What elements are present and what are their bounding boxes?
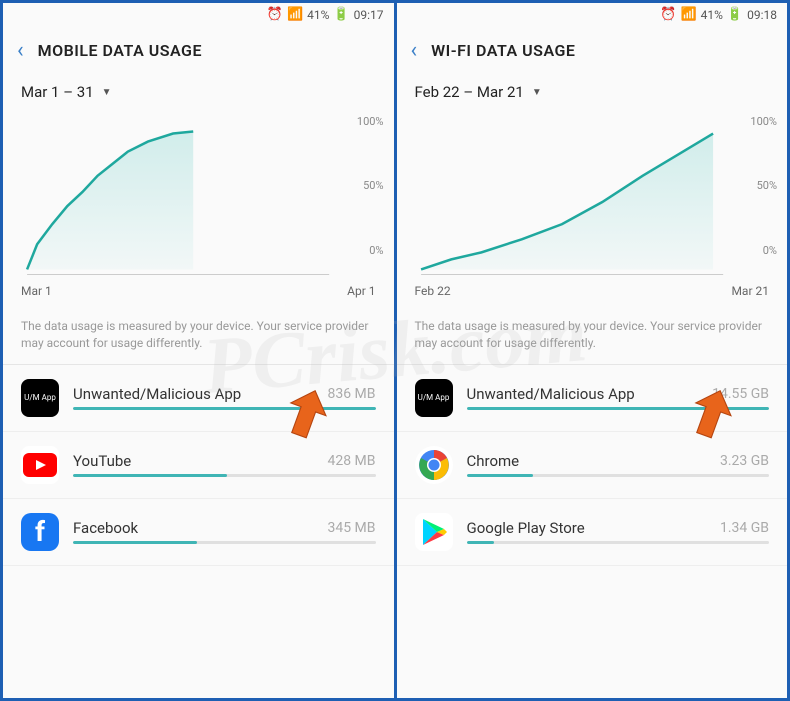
app-usage: 345 MB [327, 520, 375, 536]
app-row[interactable]: U/M App Unwanted/Malicious App 836 MB [3, 365, 394, 432]
clock-time: 09:18 [747, 8, 777, 22]
pointer-arrow-icon [279, 387, 334, 442]
app-name: Unwanted/Malicious App [467, 385, 635, 403]
usage-chart: 100% 50% 0% [3, 109, 394, 284]
app-name: YouTube [73, 452, 131, 470]
disclaimer-text: The data usage is measured by your devic… [3, 306, 394, 365]
back-icon[interactable]: ‹ [17, 38, 24, 63]
phone-screen-left: ⏰ 📶 41% 🔋 09:17 ‹ MOBILE DATA USAGE Mar … [3, 3, 394, 698]
app-row[interactable]: f Facebook 345 MB [3, 499, 394, 566]
battery-percent: 41% [307, 8, 329, 22]
chart-svg [411, 119, 774, 284]
signal-icon: 📶 [680, 7, 696, 22]
app-usage: 3.23 GB [720, 453, 769, 469]
app-name: Chrome [467, 452, 520, 470]
yaxis-50: 50% [757, 179, 777, 192]
app-row[interactable]: YouTube 428 MB [3, 432, 394, 499]
progress-bar [467, 541, 770, 544]
facebook-icon: f [21, 513, 59, 551]
app-name: Google Play Store [467, 519, 585, 537]
app-icon: U/M App [415, 379, 453, 417]
chevron-down-icon: ▼ [102, 87, 112, 98]
date-range-selector[interactable]: Feb 22 – Mar 21 ▼ [397, 75, 788, 109]
app-list: U/M App Unwanted/Malicious App 14.55 GB [397, 365, 788, 566]
yaxis-0: 0% [369, 244, 383, 257]
progress-bar [467, 474, 770, 477]
yaxis-50: 50% [363, 179, 383, 192]
app-list: U/M App Unwanted/Malicious App 836 MB [3, 365, 394, 566]
page-title: MOBILE DATA USAGE [38, 41, 202, 60]
battery-percent: 41% [701, 8, 723, 22]
battery-icon: 🔋 [333, 7, 349, 22]
app-row[interactable]: Google Play Store 1.34 GB [397, 499, 788, 566]
app-usage: 836 MB [327, 386, 375, 402]
status-bar: ⏰ 📶 41% 🔋 09:17 [3, 3, 394, 26]
app-icon: U/M App [21, 379, 59, 417]
alarm-icon: ⏰ [660, 7, 676, 22]
battery-icon: 🔋 [727, 7, 743, 22]
yaxis-0: 0% [763, 244, 777, 257]
alarm-icon: ⏰ [267, 7, 283, 22]
phone-screen-right: ⏰ 📶 41% 🔋 09:18 ‹ WI-FI DATA USAGE Feb 2… [397, 3, 788, 698]
status-bar: ⏰ 📶 41% 🔋 09:18 [397, 3, 788, 26]
signal-icon: 📶 [287, 7, 303, 22]
chevron-down-icon: ▼ [532, 87, 542, 98]
app-row[interactable]: U/M App Unwanted/Malicious App 14.55 GB [397, 365, 788, 432]
progress-bar [73, 474, 376, 477]
date-range-selector[interactable]: Mar 1 – 31 ▼ [3, 75, 394, 109]
disclaimer-text: The data usage is measured by your devic… [397, 306, 788, 365]
app-row[interactable]: Chrome 3.23 GB [397, 432, 788, 499]
app-name: Unwanted/Malicious App [73, 385, 241, 403]
yaxis-100: 100% [357, 115, 384, 128]
pointer-arrow-icon [684, 387, 739, 442]
page-title: WI-FI DATA USAGE [431, 41, 575, 60]
chrome-icon [415, 446, 453, 484]
header: ‹ WI-FI DATA USAGE [397, 26, 788, 75]
app-usage: 1.34 GB [720, 520, 769, 536]
progress-bar [73, 541, 376, 544]
screenshots-container: ⏰ 📶 41% 🔋 09:17 ‹ MOBILE DATA USAGE Mar … [3, 3, 787, 698]
playstore-icon [415, 513, 453, 551]
back-icon[interactable]: ‹ [411, 38, 418, 63]
app-usage: 428 MB [327, 453, 375, 469]
date-range-label: Mar 1 – 31 [21, 83, 94, 101]
date-range-label: Feb 22 – Mar 21 [415, 83, 524, 101]
usage-chart: 100% 50% 0% [397, 109, 788, 284]
clock-time: 09:17 [354, 8, 384, 22]
yaxis-100: 100% [750, 115, 777, 128]
header: ‹ MOBILE DATA USAGE [3, 26, 394, 75]
chart-svg [17, 119, 380, 284]
youtube-icon [21, 446, 59, 484]
app-name: Facebook [73, 519, 138, 537]
